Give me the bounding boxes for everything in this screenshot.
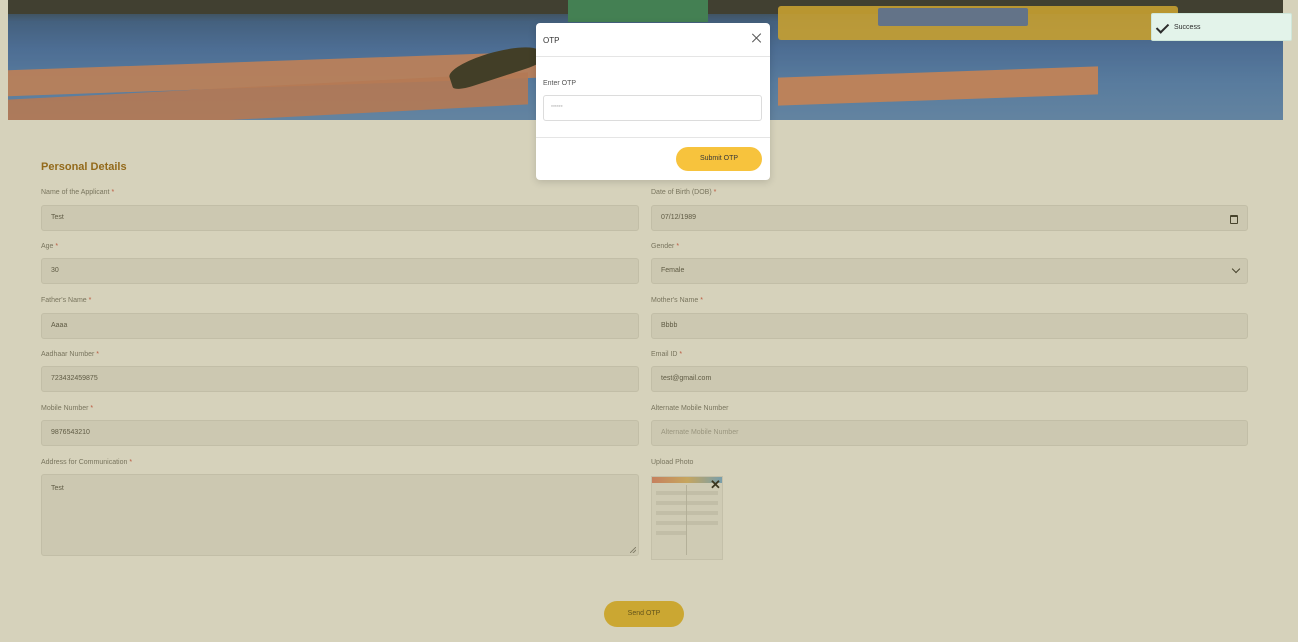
otp-modal: OTP Enter OTP ****** Submit OTP: [536, 23, 770, 180]
close-icon[interactable]: [751, 32, 763, 44]
otp-input[interactable]: ******: [543, 95, 762, 121]
check-icon: [1155, 20, 1170, 34]
success-toast: Success: [1151, 13, 1292, 41]
toast-text: Success: [1174, 24, 1201, 31]
modal-title: OTP: [543, 36, 560, 45]
otp-input-label: Enter OTP: [543, 80, 577, 87]
submit-otp-button[interactable]: Submit OTP: [676, 147, 762, 171]
